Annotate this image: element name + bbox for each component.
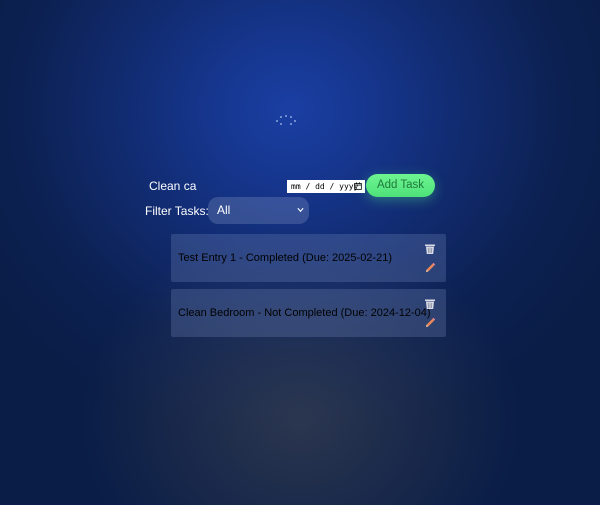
task-text: Test Entry 1 - Completed (Due: 2025-02-2… xyxy=(178,252,392,264)
task-item: Test Entry 1 - Completed (Due: 2025-02-2… xyxy=(171,234,446,282)
task-item: Clean Bedroom - Not Completed (Due: 2024… xyxy=(171,289,446,337)
calendar-icon[interactable] xyxy=(354,182,362,190)
date-placeholder: mm / dd / yyyy xyxy=(291,182,359,191)
pencil-icon[interactable] xyxy=(424,317,436,329)
task-input[interactable] xyxy=(146,177,284,195)
filter-select[interactable]: All xyxy=(208,197,309,224)
chevron-down-icon xyxy=(297,207,304,213)
loading-spinner xyxy=(274,114,298,126)
due-date-input[interactable]: mm / dd / yyyy xyxy=(287,180,365,193)
trash-icon[interactable] xyxy=(424,243,436,255)
filter-label: Filter Tasks: xyxy=(145,204,209,218)
filter-selected-value: All xyxy=(217,203,231,217)
trash-icon[interactable] xyxy=(424,298,436,310)
pencil-icon[interactable] xyxy=(424,262,436,274)
add-task-button[interactable]: Add Task xyxy=(366,174,435,197)
task-text: Clean Bedroom - Not Completed (Due: 2024… xyxy=(178,307,431,319)
